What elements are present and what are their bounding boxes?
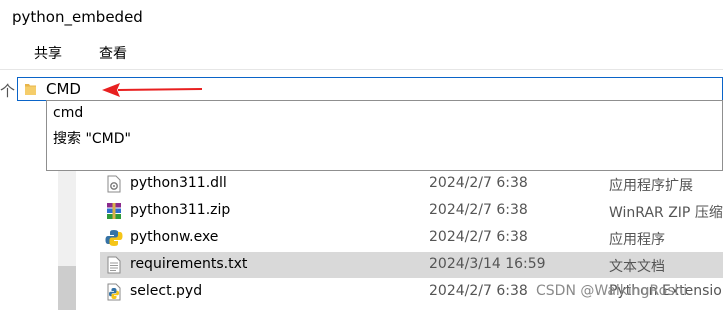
tab-share[interactable]: 共享	[34, 43, 62, 63]
scrollbar-thumb[interactable]	[58, 266, 76, 310]
file-type: 应用程序	[609, 232, 665, 248]
autocomplete-item-search[interactable]: 搜索 "CMD"	[53, 128, 131, 148]
file-row[interactable]: requirements.txt 2024/3/14 16:59 文本文档	[100, 252, 723, 278]
file-name: python311.zip	[130, 202, 231, 218]
navigation-pane	[0, 171, 60, 310]
up-button[interactable]: 个	[0, 80, 15, 101]
dll-file-icon	[107, 175, 121, 193]
folder-icon	[25, 84, 36, 95]
file-type: 文本文档	[609, 259, 665, 275]
tab-view[interactable]: 查看	[99, 43, 127, 63]
file-type: 应用程序扩展	[609, 178, 693, 194]
ribbon-divider	[0, 69, 723, 70]
file-date: 2024/2/7 6:38	[429, 283, 528, 299]
file-row[interactable]: pythonw.exe 2024/2/7 6:38 应用程序	[100, 225, 723, 251]
file-name: select.pyd	[130, 283, 203, 299]
file-date: 2024/2/7 6:38	[429, 175, 528, 191]
file-name: pythonw.exe	[130, 229, 219, 245]
text-file-icon	[107, 256, 121, 274]
file-row[interactable]: python311.dll 2024/2/7 6:38 应用程序扩展	[100, 171, 723, 197]
python-exe-icon	[105, 230, 123, 246]
file-date: 2024/2/7 6:38	[429, 229, 528, 245]
file-date: 2024/3/14 16:59	[429, 256, 546, 272]
autocomplete-item-cmd[interactable]: cmd	[53, 105, 83, 121]
file-date: 2024/2/7 6:38	[429, 202, 528, 218]
file-name: requirements.txt	[130, 256, 248, 272]
autocomplete-dropdown: cmd 搜索 "CMD"	[46, 100, 723, 171]
file-type: WinRAR ZIP 压缩	[609, 205, 723, 221]
annotation-arrow	[102, 83, 203, 97]
python-pyd-icon	[107, 283, 121, 301]
winrar-archive-icon	[107, 203, 121, 219]
file-row[interactable]: python311.zip 2024/2/7 6:38 WinRAR ZIP 压…	[100, 198, 723, 224]
file-name: python311.dll	[130, 175, 227, 191]
csdn-watermark: CSDN @WalkingRoshi	[536, 283, 688, 299]
window-title: python_embeded	[12, 8, 143, 26]
